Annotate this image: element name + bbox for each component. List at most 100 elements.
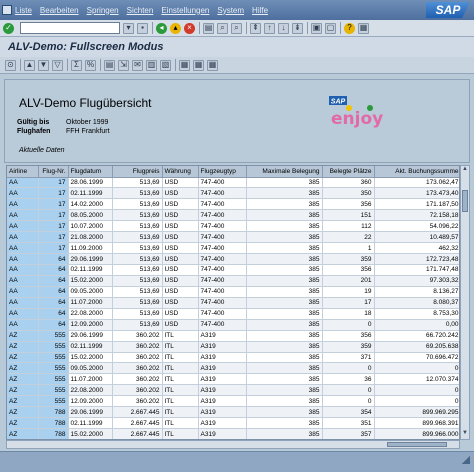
table-row[interactable]: AA 64 09.05.2000 513,69 USD 747-400 385 19 8.136… — [7, 286, 459, 298]
table-row[interactable]: AA 64 02.11.1999 513,69 USD 747-400 385 356 171.… — [7, 264, 459, 276]
table-row[interactable]: AZ 555 11.07.2000 360.202 ITL A319 385 36 12.070… — [7, 373, 459, 386]
table-cell: AA — [7, 198, 39, 211]
find-icon[interactable]: ⌕ — [217, 22, 228, 34]
table-row[interactable]: AA 17 21.08.2000 513,69 USD 747-400 385 22 10.48… — [7, 231, 459, 244]
table-cell: 8.080,37 — [374, 297, 459, 309]
menu-liste[interactable]: Liste — [15, 6, 32, 15]
table-row[interactable]: AA 17 11.09.2000 513,69 USD 747-400 385 1 462,32 — [7, 242, 459, 255]
table-cell: 747-400 — [198, 187, 247, 200]
subtotal-icon[interactable]: % — [85, 59, 96, 71]
exit-icon[interactable]: ▴ — [170, 22, 181, 34]
print-preview-icon[interactable]: ▤ — [104, 59, 115, 71]
vertical-scroll-thumb[interactable] — [462, 190, 468, 212]
table-row[interactable]: AZ 555 22.08.2000 360.202 ITL A319 385 0 0 — [7, 384, 459, 397]
shortcut-icon[interactable]: ▢ — [325, 22, 336, 34]
scroll-up-icon[interactable]: ▲ — [461, 166, 469, 175]
column-header[interactable]: Maximale Belegung — [246, 166, 323, 178]
table-cell: USD — [162, 231, 199, 244]
table-row[interactable]: AZ 555 12.09.2000 360.202 ITL A319 385 0 0 — [7, 395, 459, 408]
table-row[interactable]: AZ 555 09.05.2000 360.202 ITL A319 385 0 0 — [7, 362, 459, 375]
cancel-icon[interactable]: × — [184, 22, 195, 34]
table-row[interactable]: AA 17 28.06.1999 513,69 USD 747-400 385 360 173.… — [7, 177, 459, 189]
graphic-icon[interactable]: ▥ — [146, 59, 157, 71]
column-header[interactable]: Flugdatum — [68, 166, 113, 178]
table-cell: 747-400 — [198, 297, 247, 309]
layout-icon[interactable]: ▦ — [358, 22, 369, 34]
menu-hilfe[interactable]: Hilfe — [252, 6, 268, 15]
menu-einstellungen[interactable]: Einstellungen — [161, 6, 209, 15]
prev-page-icon[interactable]: ↑ — [264, 22, 275, 34]
layout-select-icon[interactable]: ▦ — [179, 59, 190, 71]
enter-icon[interactable]: ✓ — [3, 22, 14, 34]
filter-icon[interactable]: ▽ — [52, 59, 63, 71]
resize-grip-icon[interactable] — [462, 456, 470, 464]
table-row[interactable]: AZ 788 15.02.2000 2.667.445 ITL A319 385 357 899… — [7, 428, 459, 439]
help-icon[interactable]: ? — [344, 22, 355, 34]
menu-bearbeiten[interactable]: Bearbeiten — [40, 6, 79, 15]
table-cell: AZ — [7, 406, 39, 419]
vertical-scrollbar[interactable]: ▲ ▼ — [460, 165, 470, 440]
table-cell: 385 — [246, 297, 323, 309]
menu-springen[interactable]: Springen — [87, 6, 119, 15]
table-row[interactable]: AA 64 29.06.1999 513,69 USD 747-400 385 359 172.… — [7, 253, 459, 265]
export-icon[interactable]: ⇲ — [118, 59, 129, 71]
table-cell: AZ — [7, 384, 39, 397]
system-menu-icon[interactable] — [2, 5, 12, 15]
table-row[interactable]: AA 64 15.02.2000 513,69 USD 747-400 385 201 97.3… — [7, 275, 459, 287]
horizontal-scrollbar[interactable] — [6, 440, 460, 449]
table-cell: 15.02.2000 — [68, 352, 113, 364]
table-row[interactable]: AA 17 08.05.2000 513,69 USD 747-400 385 151 72.1… — [7, 209, 459, 222]
print-icon[interactable]: ▤ — [203, 22, 214, 34]
table-cell: USD — [162, 286, 199, 298]
table-row[interactable]: AA 64 11.07.2000 513,69 USD 747-400 385 17 8.080… — [7, 297, 459, 309]
table-cell: 356 — [322, 198, 375, 211]
table-row[interactable]: AA 17 14.02.2000 513,69 USD 747-400 385 356 171.… — [7, 198, 459, 211]
menu-system[interactable]: System — [217, 6, 244, 15]
command-history-icon[interactable]: ▾ — [123, 22, 134, 34]
table-cell: ITL — [162, 373, 199, 386]
sort-ascending-icon[interactable]: ▲ — [24, 59, 35, 71]
command-field[interactable] — [20, 22, 120, 34]
mail-icon[interactable]: ✉ — [132, 59, 143, 71]
column-header[interactable]: Währung — [162, 166, 199, 178]
table-row[interactable]: AA 64 22.08.2000 513,69 USD 747-400 385 18 8.753… — [7, 308, 459, 320]
table-row[interactable]: AZ 555 15.02.2000 360.202 ITL A319 385 371 70.69… — [7, 352, 459, 364]
table-row[interactable]: AZ 555 29.06.1999 360.202 ITL A319 385 356 66.72… — [7, 330, 459, 342]
column-header[interactable]: Airline — [7, 166, 39, 178]
table-row[interactable]: AZ 788 02.11.1999 2.667.445 ITL A319 385 351 899… — [7, 417, 459, 430]
table-cell: 173.473,40 — [374, 187, 459, 200]
table-cell: 555 — [38, 395, 69, 408]
menu-sichten[interactable]: Sichten — [127, 6, 154, 15]
scroll-down-icon[interactable]: ▼ — [461, 430, 469, 439]
table-row[interactable]: AA 64 12.09.2000 513,69 USD 747-400 385 0 0,00 — [7, 319, 459, 331]
table-row[interactable]: AZ 788 29.06.1999 2.667.445 ITL A319 385 354 899… — [7, 406, 459, 419]
column-header[interactable]: Flugzeugtyp — [198, 166, 247, 178]
column-header[interactable]: Belegte Plätze — [322, 166, 375, 178]
table-row[interactable]: AZ 555 02.11.1999 360.202 ITL A319 385 359 69.20… — [7, 341, 459, 353]
sort-descending-icon[interactable]: ▼ — [38, 59, 49, 71]
abc-analysis-icon[interactable]: ▧ — [160, 59, 171, 71]
table-cell: 360.202 — [112, 395, 163, 408]
next-page-icon[interactable]: ↓ — [278, 22, 289, 34]
find-next-icon[interactable]: ⌕ — [231, 22, 242, 34]
table-cell: 15.02.2000 — [68, 428, 113, 439]
last-page-icon[interactable]: ⇟ — [292, 22, 303, 34]
horizontal-scroll-thumb[interactable] — [387, 442, 447, 447]
column-header[interactable]: Akt. Buchungssumme — [374, 166, 459, 178]
first-page-icon[interactable]: ⇞ — [250, 22, 261, 34]
sum-icon[interactable]: Σ — [71, 59, 82, 71]
back-icon[interactable]: ◂ — [156, 22, 167, 34]
layout-change-icon[interactable]: ▦ — [193, 59, 204, 71]
column-header[interactable]: Flugpreis — [112, 166, 163, 178]
table-cell: 0 — [322, 319, 375, 331]
layout-save-icon[interactable]: ▦ — [207, 59, 218, 71]
new-session-icon[interactable]: ▣ — [311, 22, 322, 34]
table-row[interactable]: AA 17 02.11.1999 513,69 USD 747-400 385 350 173.… — [7, 187, 459, 200]
table-cell: AA — [7, 187, 39, 200]
table-row[interactable]: AA 17 10.07.2000 513,69 USD 747-400 385 112 54.0… — [7, 220, 459, 233]
table-cell: AZ — [7, 373, 39, 386]
save-icon[interactable]: ▪ — [137, 22, 148, 34]
table-cell: 513,69 — [112, 177, 163, 189]
column-header[interactable]: Flug-Nr. — [38, 166, 69, 178]
details-icon[interactable]: ⊙ — [5, 59, 16, 71]
